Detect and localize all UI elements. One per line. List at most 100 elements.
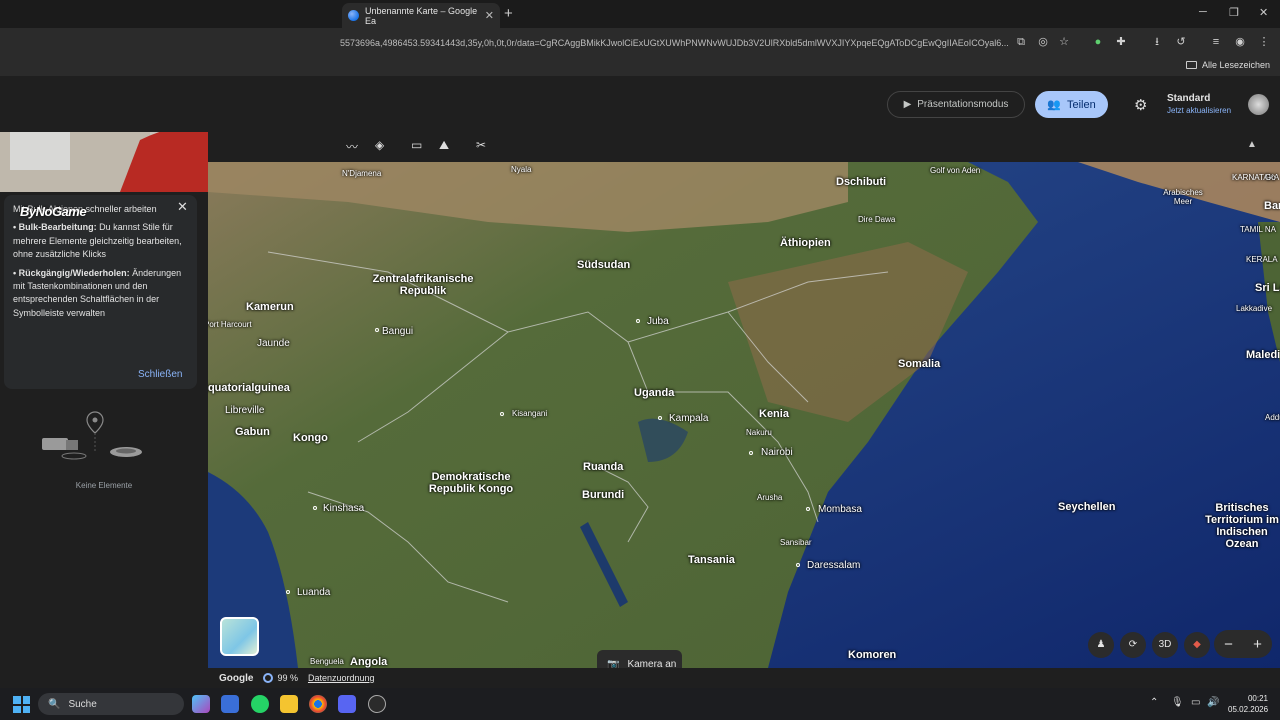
settings-gear-icon[interactable]: ⚙ [1134,96,1147,114]
copilot-icon[interactable] [192,695,210,713]
view-3d-button[interactable]: 3D [1152,632,1178,658]
map-label-congo: Kongo [293,432,328,444]
map-label-lakkadive: Lakkadive [1236,304,1273,313]
measure-ruler-icon[interactable]: ▭ [411,138,422,152]
account-avatar[interactable] [1248,94,1269,115]
presentation-mode-button[interactable]: ▶ Präsentationsmodus [887,91,1025,118]
map-label-sri-lanka: Sri La [1255,282,1280,294]
map-label-ethiopia: Äthiopien [780,237,831,249]
share-button[interactable]: 👥 Teilen [1035,91,1108,118]
map-label-tamil-nadu: TAMIL NA [1240,225,1277,234]
map-style-thumbnail[interactable] [220,617,259,656]
people-icon: 👥 [1047,99,1061,111]
taskbar-search-label: Suche [68,698,97,710]
zoom-out-button[interactable]: − [1224,636,1233,653]
map-label-biot: Britisches Territorium im Indischen Ozea… [1205,502,1279,550]
lens-icon[interactable]: ◎ [1036,35,1050,49]
taskbar-search[interactable]: 🔍 Suche [38,693,184,715]
map-label-central-african-republic: Zentralafrikanische Republik [372,273,474,297]
pegman-icon[interactable]: ♟ [1088,632,1114,658]
folder-icon [1185,61,1197,69]
close-tip-button[interactable]: Schließen [138,369,182,380]
file-explorer-icon[interactable] [280,695,298,713]
obs-icon[interactable] [368,695,386,713]
display-icon[interactable]: ▭ [1191,697,1200,708]
upgrade-link[interactable]: Jetzt aktualisieren [1167,106,1231,115]
city-label-juba: Juba [647,316,669,327]
media-control-icon[interactable]: ≡ [1209,35,1223,49]
close-window-icon[interactable]: ✕ [1259,6,1268,19]
city-label-dire-dawa: Dire Dawa [858,215,896,224]
download-icon[interactable]: ⭳ [1150,35,1164,49]
chevron-up-icon[interactable]: ▲ [1247,139,1257,150]
city-label-benguela: Benguela [310,657,344,666]
whatsapp-icon[interactable] [251,695,269,713]
tools-icon[interactable]: ✂ [476,138,486,152]
compass-icon[interactable]: ◆ [1184,632,1210,658]
plan-info[interactable]: Standard Jetzt aktualisieren [1167,93,1231,115]
map-label-equatorial-guinea: Äquatorialguinea [208,382,290,394]
tip-item-undo: • Rückgängig/Wiederholen: Änderungen mit… [13,267,188,321]
data-attribution-link[interactable]: Datenzuordnung [308,673,375,683]
map-label-somalia: Somalia [898,358,941,370]
map-label-burundi: Burundi [582,489,625,501]
layers-icon[interactable]: ◈ [375,138,384,152]
city-label-luanda: Luanda [297,587,331,598]
load-progress: 99 % [277,673,298,683]
extension-badge-icon[interactable]: ● [1091,35,1105,49]
rotate-off-icon[interactable]: ⟳ [1120,632,1146,658]
city-label-dar-es-salaam: Daressalam [807,560,861,571]
image-overlay-icon[interactable]: ⛰ [439,138,449,153]
zoom-in-button[interactable]: + [1253,636,1262,653]
draw-path-icon[interactable]: 〰 [346,138,358,155]
city-marker [313,506,317,510]
streamer-watermark: ByNoGame [20,204,87,219]
restore-window-icon[interactable]: ❐ [1229,6,1239,19]
map-label-addu: Addu [1265,413,1280,422]
map-imagery [208,162,1280,668]
google-logo: Google [219,672,254,684]
address-bar[interactable]: 5573696a,4986453.59341443d,35y,0h,0t,0r/… [340,33,1008,53]
windows-start-icon[interactable] [13,696,30,713]
taskbar-clock[interactable]: 00:21 05.02.2026 [1228,693,1268,715]
store-icon[interactable] [221,695,239,713]
minimize-window-icon[interactable]: ─ [1199,6,1207,18]
map-label-tanzania: Tansania [688,554,735,566]
browser-tab[interactable]: Unbenannte Karte – Google Ea ✕ [342,3,500,28]
zoom-controls: − + [1214,630,1272,658]
map-label-gulf-of-aden: Golf von Aden [930,166,981,175]
map-label-maldives: Malediven [1246,349,1280,361]
history-icon[interactable]: ↺ [1174,35,1188,49]
city-label-arusha: Arusha [757,493,783,502]
city-label-port-harcourt: Port Harcourt [208,320,252,329]
volume-icon[interactable]: 🔊 [1207,697,1219,708]
bookmark-star-icon[interactable]: ☆ [1057,35,1071,49]
extensions-puzzle-icon[interactable]: ✚ [1114,35,1128,49]
browser-menu-icon[interactable]: ⋮ [1257,35,1271,49]
chrome-icon[interactable] [309,695,327,713]
close-icon[interactable]: ✕ [177,199,188,215]
tip-item-undo-heading: • Rückgängig/Wiederholen: [13,267,130,278]
profile-avatar-icon[interactable]: ◉ [1233,35,1247,49]
city-label-libreville: Libreville [225,405,265,416]
microphone-icon[interactable]: 🎙 [1171,697,1184,708]
discord-icon[interactable] [338,695,356,713]
install-app-icon[interactable]: ⧉ [1014,35,1028,49]
empty-state-illustration [42,411,142,460]
google-earth-favicon-icon [348,10,359,21]
tray-overflow-chevron-icon[interactable]: ⌃ [1150,697,1158,708]
all-bookmarks-button[interactable]: Alle Lesezeichen [1185,60,1270,70]
tip-card: Mit Bulk-Aktionen schneller arbeiten • B… [4,195,197,389]
city-label-nairobi: Nairobi [761,447,793,458]
new-tab-button[interactable]: + [504,5,513,22]
tab-close-icon[interactable]: ✕ [485,9,494,22]
map-view[interactable]: Dschibuti Äthiopien Südsudan Zentralafri… [208,162,1280,668]
city-label-kisangani: Kisangani [512,409,548,418]
map-label-seychelles: Seychellen [1058,501,1116,513]
map-label-kenya: Kenia [759,408,789,420]
map-label-djibouti: Dschibuti [836,176,887,188]
search-icon: 🔍 [48,698,61,710]
map-label-rwanda: Ruanda [583,461,624,473]
map-label-south-sudan: Südsudan [577,259,631,271]
map-status-bar: Google 99 % Datenzuordnung [208,668,1280,688]
